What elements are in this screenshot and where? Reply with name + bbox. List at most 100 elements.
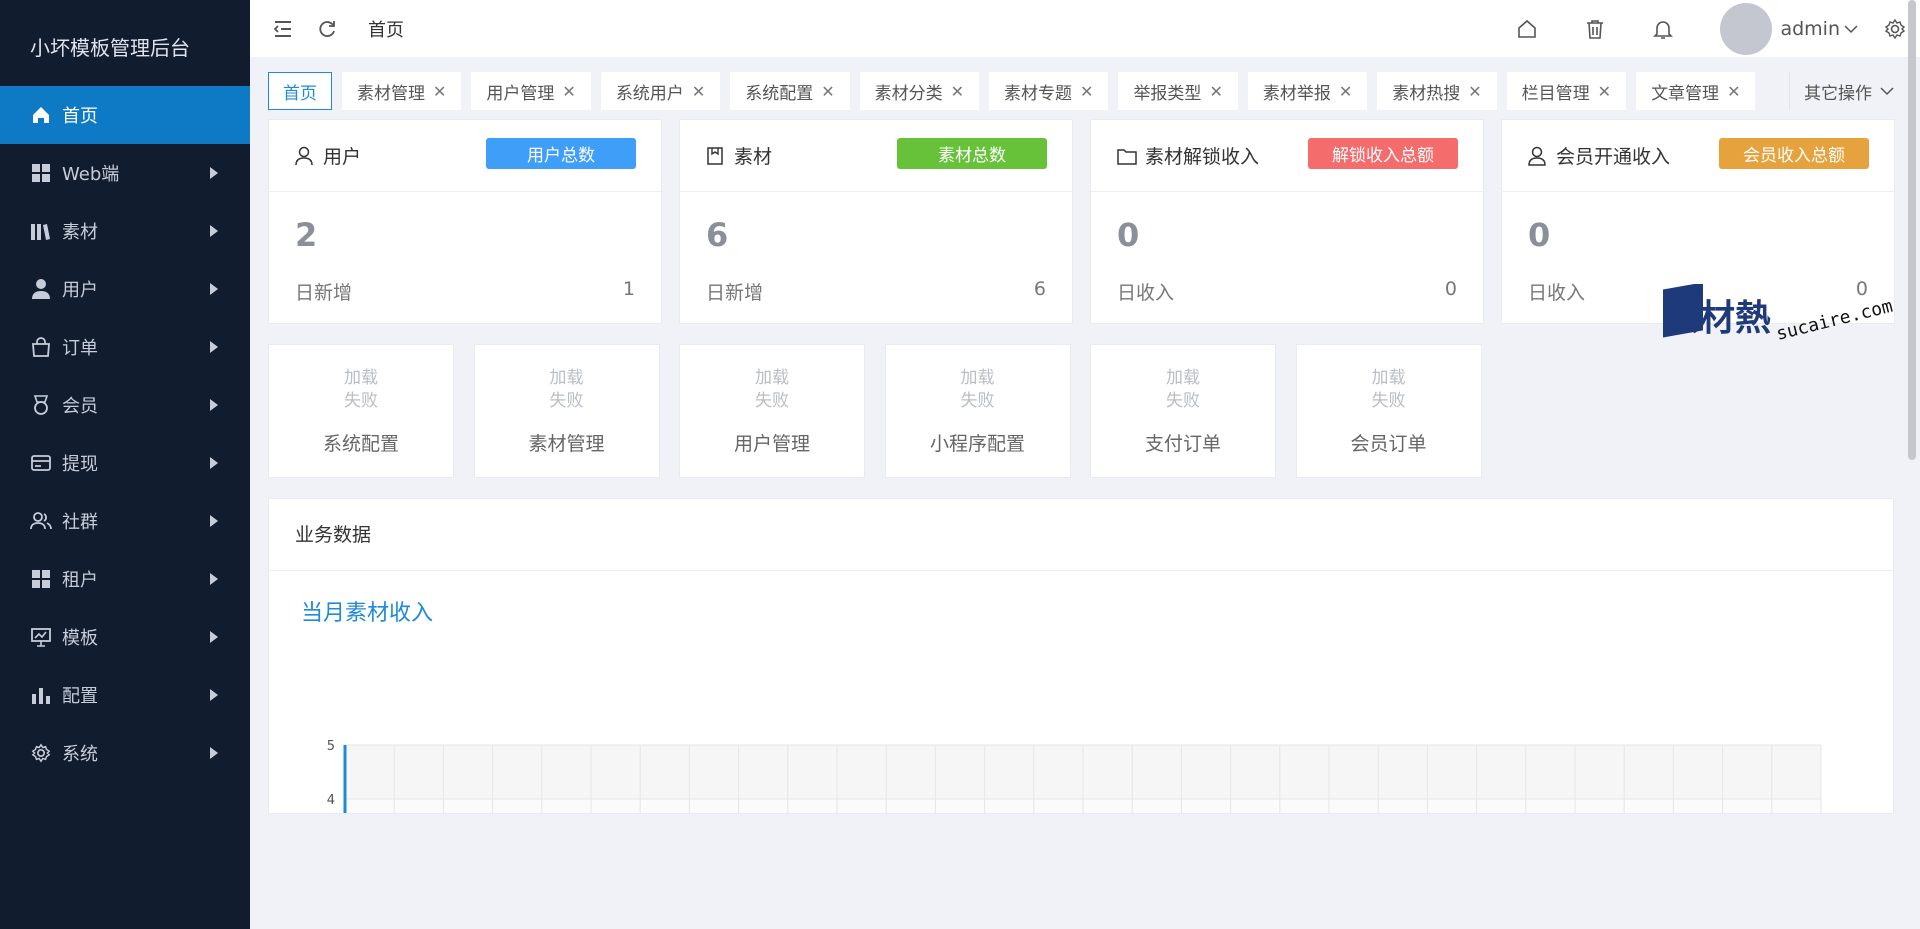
quick-link-label: 系统配置 [322, 433, 399, 455]
refresh-icon[interactable] [312, 14, 342, 44]
broken-image-icon: 加载失败 [1166, 368, 1200, 411]
tab-9[interactable]: 素材热搜 ✕ [1377, 72, 1497, 110]
stat-sub-label: 日新增 [706, 282, 764, 304]
breadcrumb[interactable]: 首页 [368, 16, 404, 42]
other-actions-label: 其它操作 [1804, 83, 1872, 104]
close-icon[interactable]: ✕ [1598, 82, 1611, 101]
sidebar-item-label: 素材 [62, 222, 98, 243]
sidebar-item-10[interactable]: 配置 [0, 666, 250, 724]
stat-badge[interactable]: 解锁收入总额 [1308, 138, 1458, 169]
tab-5[interactable]: 素材分类 ✕ [859, 72, 980, 110]
stat-value: 6 [706, 216, 729, 254]
quick-link[interactable]: 加载失败 素材管理 [473, 344, 660, 478]
tab-2[interactable]: 用户管理 ✕ [471, 72, 591, 110]
board-icon [30, 626, 52, 648]
stat-value: 0 [1528, 216, 1551, 254]
sidebar-item-label: 会员 [62, 396, 98, 417]
close-icon[interactable]: ✕ [1727, 82, 1740, 101]
quick-link[interactable]: 加载失败 用户管理 [679, 344, 865, 478]
caret-right-icon [210, 747, 218, 759]
income-chart: 543 [327, 739, 1822, 813]
broken-image-icon: 加载失败 [960, 368, 995, 411]
caret-right-icon [210, 283, 218, 295]
header-actions: admin [1512, 0, 1920, 57]
sidebar-item-label: 首页 [62, 106, 98, 127]
sidebar-item-5[interactable]: 会员 [0, 376, 250, 434]
sidebar-item-7[interactable]: 社群 [0, 492, 250, 550]
stat-badge[interactable]: 会员收入总额 [1719, 138, 1869, 169]
sidebar-item-11[interactable]: 系统 [0, 724, 250, 782]
tab-0[interactable]: 首页 [268, 72, 332, 110]
tab-4[interactable]: 系统配置 ✕ [730, 72, 850, 110]
stat-title: 素材 [734, 146, 773, 168]
sidebar-item-3[interactable]: 用户 [0, 260, 250, 318]
quick-link[interactable]: 加载失败 支付订单 [1090, 344, 1276, 478]
close-icon[interactable]: ✕ [1339, 82, 1352, 101]
close-icon[interactable]: ✕ [433, 82, 446, 101]
quick-link[interactable]: 加载失败 系统配置 [268, 344, 454, 478]
settings-gear-icon[interactable] [1880, 14, 1910, 44]
page-scrollbar[interactable] [1908, 0, 1916, 460]
tab-7[interactable]: 举报类型 ✕ [1118, 72, 1238, 110]
user-name[interactable]: admin [1780, 18, 1840, 40]
caret-right-icon [210, 457, 218, 469]
medal-icon [30, 394, 52, 416]
tab-11[interactable]: 文章管理 ✕ [1636, 72, 1756, 110]
user-icon [30, 278, 52, 300]
menu-toggle-icon[interactable] [268, 14, 298, 44]
home-icon [30, 104, 52, 126]
bell-icon[interactable] [1648, 14, 1678, 44]
tab-6[interactable]: 素材专题 ✕ [989, 72, 1109, 110]
home-icon[interactable] [1512, 14, 1542, 44]
close-icon[interactable]: ✕ [821, 82, 834, 101]
stat-badge[interactable]: 用户总数 [486, 138, 636, 169]
sidebar-item-label: Web端 [62, 164, 120, 185]
sidebar-item-label: 模板 [62, 628, 98, 649]
close-icon[interactable]: ✕ [1080, 82, 1093, 101]
avatar[interactable] [1720, 2, 1773, 55]
stat-badge[interactable]: 素材总数 [897, 138, 1047, 169]
tab-label: 素材分类 [874, 83, 943, 104]
tab-1[interactable]: 素材管理 ✕ [342, 72, 462, 110]
close-icon[interactable]: ✕ [1468, 82, 1481, 101]
other-actions-dropdown[interactable]: 其它操作 [1789, 72, 1894, 110]
gear-icon [30, 742, 52, 764]
tab-8[interactable]: 素材举报 ✕ [1247, 72, 1368, 110]
close-icon[interactable]: ✕ [562, 82, 575, 101]
sidebar-menu: 首页 Web端素材用户 订单会员提现 社群 租户模板配置系统 [0, 86, 250, 782]
close-icon[interactable]: ✕ [1209, 82, 1222, 101]
sidebar-item-0[interactable]: 首页 [0, 86, 250, 144]
tab-3[interactable]: 系统用户 ✕ [600, 72, 721, 110]
sidebar-item-6[interactable]: 提现 [0, 434, 250, 492]
tab-label: 栏目管理 [1521, 83, 1590, 104]
stat-card: 用户 用户总数 2 日新增 1 [268, 119, 662, 324]
member-icon [1528, 146, 1550, 166]
broken-image-icon: 加载失败 [344, 368, 378, 411]
caret-right-icon [210, 399, 218, 411]
sidebar-item-1[interactable]: Web端 [0, 144, 250, 202]
broken-image-icon: 加载失败 [549, 368, 584, 411]
trash-icon[interactable] [1580, 14, 1610, 44]
y-tick-label: 4 [327, 793, 335, 808]
sidebar-item-2[interactable]: 素材 [0, 202, 250, 260]
stat-sub-label: 日新增 [295, 282, 353, 304]
grid-icon [30, 162, 52, 184]
caret-right-icon [210, 689, 218, 701]
stat-sub-label: 日收入 [1117, 282, 1175, 304]
close-icon[interactable]: ✕ [692, 82, 705, 101]
chevron-down-icon [1880, 86, 1894, 96]
quick-link[interactable]: 加载失败 会员订单 [1295, 344, 1482, 478]
sidebar-item-label: 配置 [62, 686, 98, 707]
chevron-down-icon[interactable] [1844, 24, 1858, 34]
quick-link-label: 用户管理 [733, 433, 810, 455]
sidebar-item-8[interactable]: 租户 [0, 550, 250, 608]
caret-right-icon [210, 515, 218, 527]
quick-link[interactable]: 加载失败 小程序配置 [884, 344, 1071, 478]
sidebar-item-4[interactable]: 订单 [0, 318, 250, 376]
tab-10[interactable]: 栏目管理 ✕ [1506, 72, 1627, 110]
close-icon[interactable]: ✕ [951, 82, 964, 101]
tab-label: 系统用户 [615, 83, 684, 104]
stat-card: 素材解锁收入 解锁收入总额 0 日收入 0 [1090, 119, 1484, 324]
sidebar-item-9[interactable]: 模板 [0, 608, 250, 666]
stat-title: 用户 [323, 146, 362, 168]
